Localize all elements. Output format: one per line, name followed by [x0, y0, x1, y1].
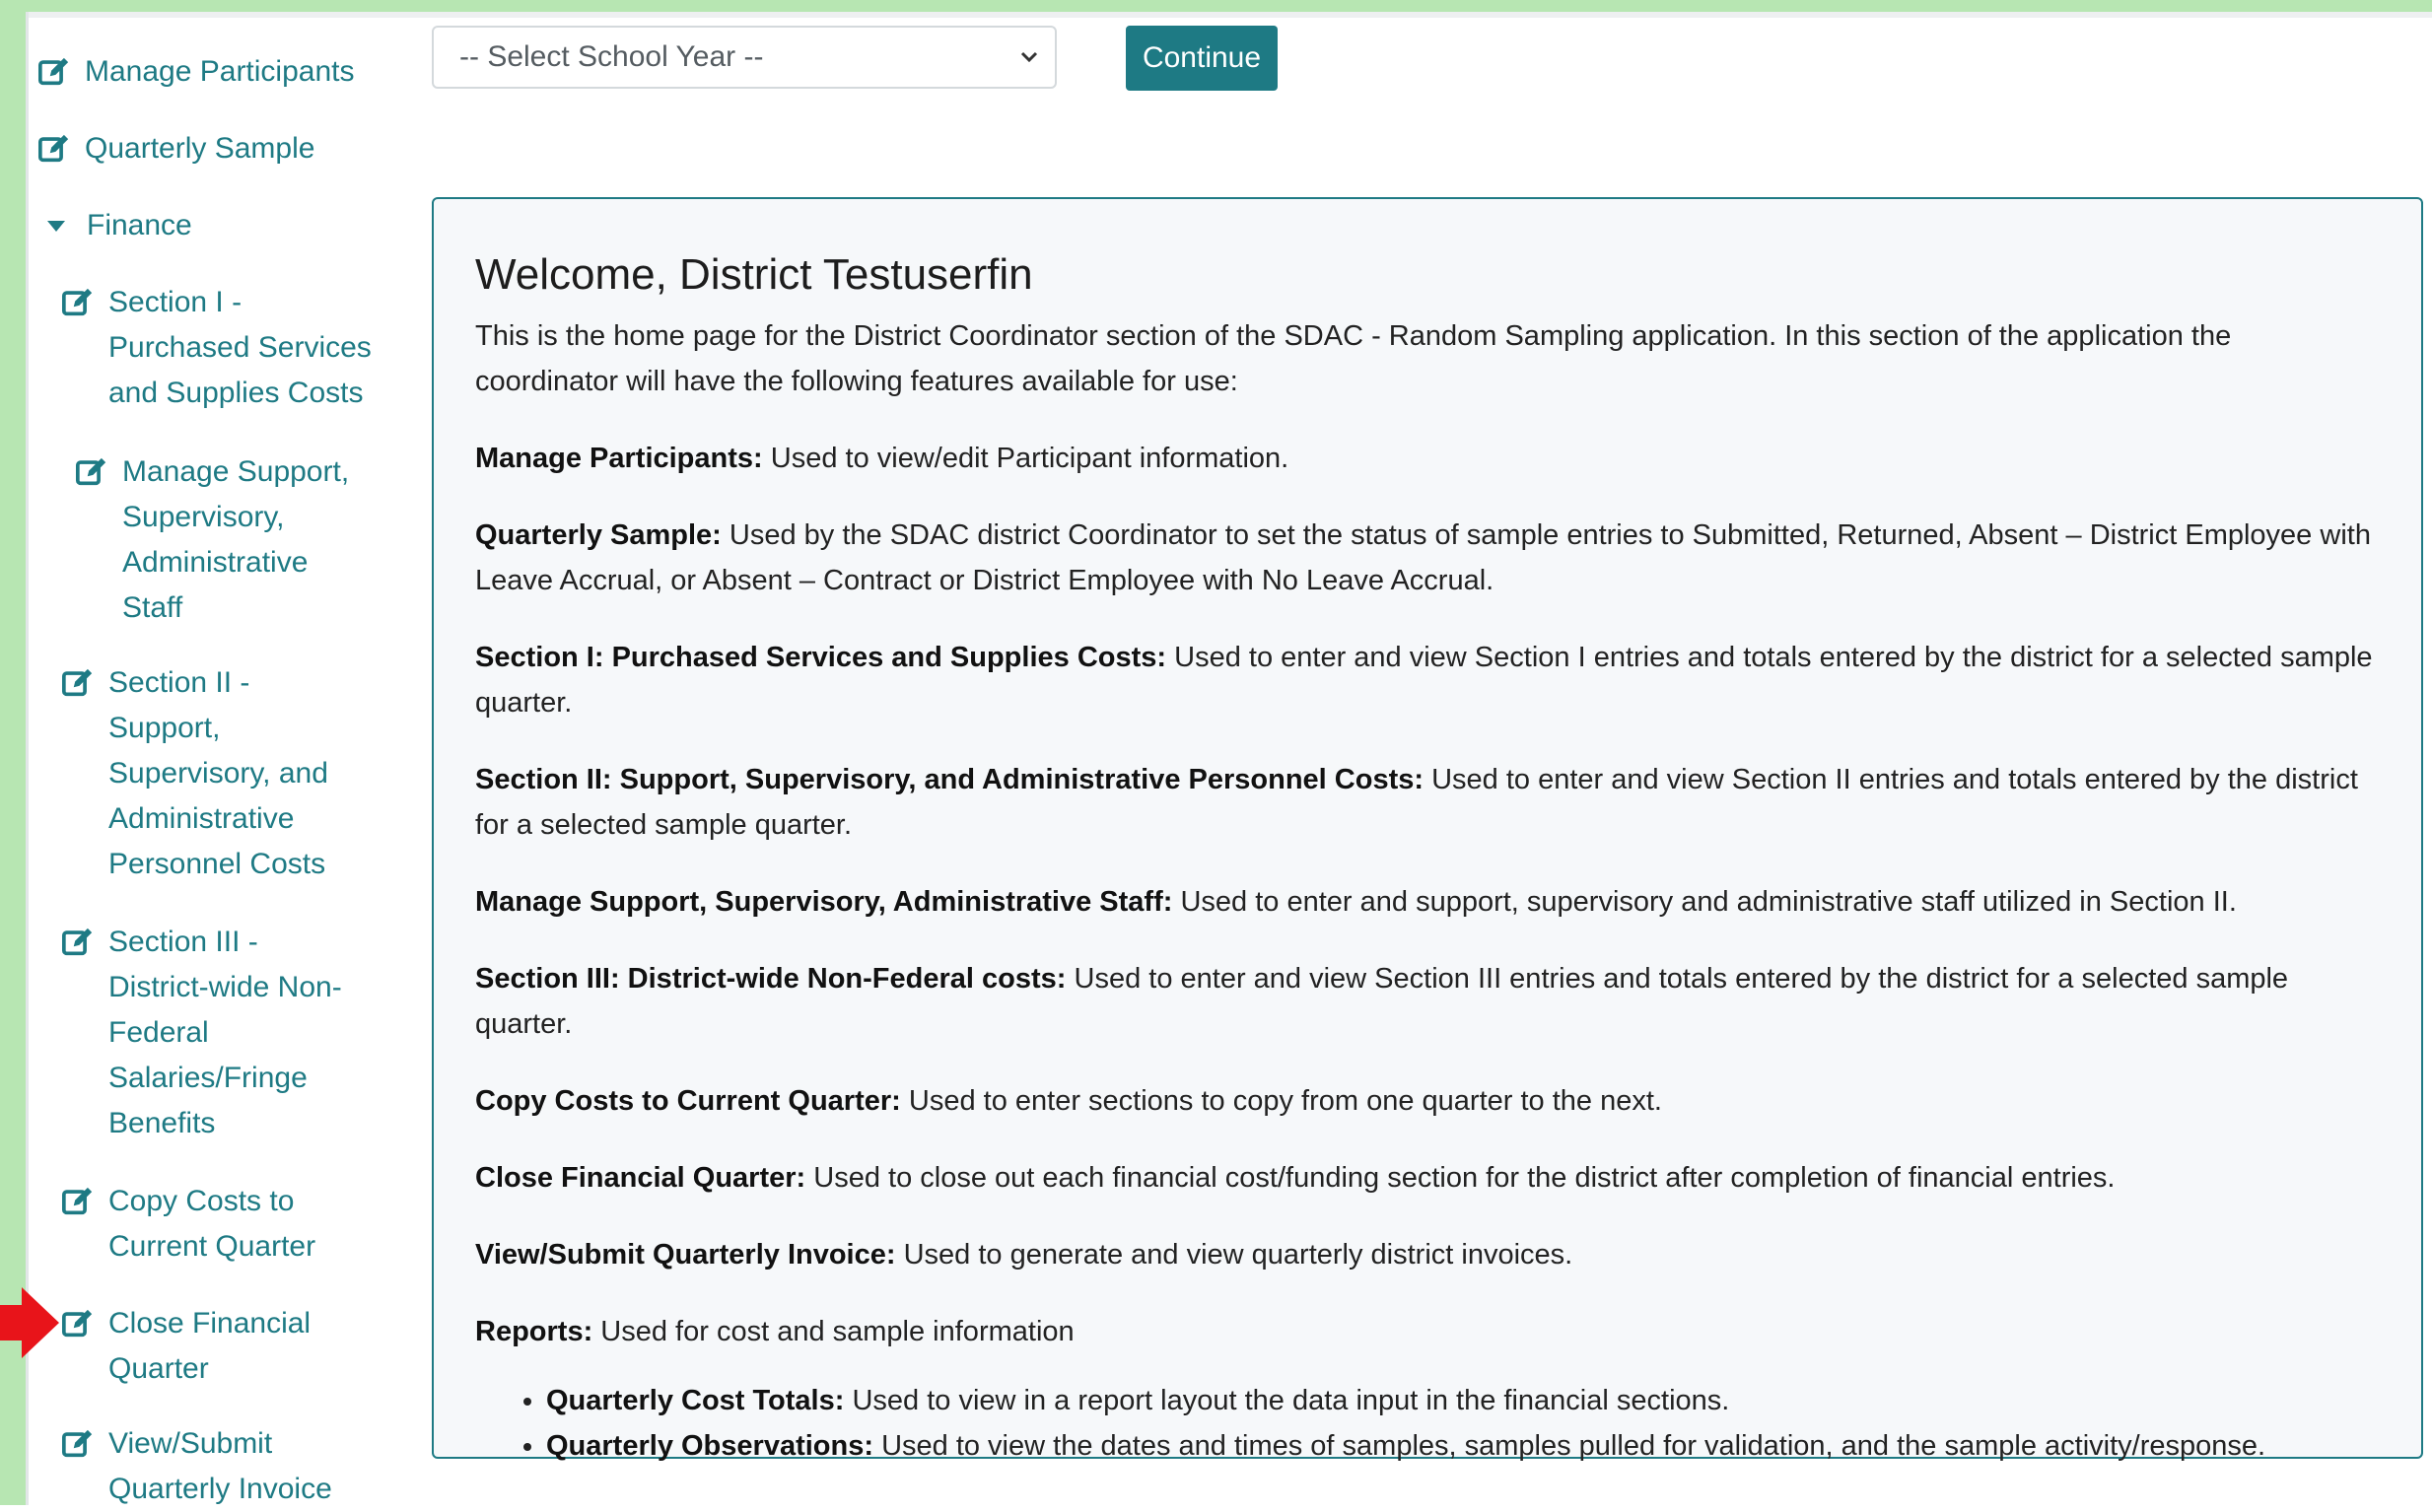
window-frame-left: [0, 0, 26, 1505]
sidebar-item-label: Section III - District-wide Non- Federal…: [108, 926, 342, 1139]
welcome-intro: This is the home page for the District C…: [475, 320, 2232, 397]
feature-term: Section I: Purchased Services and Suppli…: [475, 642, 1167, 673]
feature-description: Manage Participants: Used to view/edit P…: [475, 436, 2382, 481]
feature-term: Close Financial Quarter:: [475, 1162, 806, 1194]
school-year-select[interactable]: -- Select School Year --: [432, 26, 1057, 89]
welcome-title: Welcome, District Testuserfin: [475, 250, 1033, 299]
edit-icon: [37, 134, 69, 163]
sidebar-item-label: Copy Costs to Current Quarter: [108, 1185, 316, 1263]
sidebar-item-label: Finance: [87, 209, 192, 241]
welcome-panel: Welcome, District Testuserfin This is th…: [432, 197, 2423, 1462]
feature-desc: Used to view/edit Participant informatio…: [770, 443, 1289, 474]
sidebar-item-close-financial-quarter[interactable]: Close Financial Quarter: [61, 1301, 311, 1392]
feature-desc: Used to close out each financial cost/fu…: [813, 1162, 2116, 1194]
caret-down-icon: [47, 221, 65, 232]
feature-description: Section II: Support, Supervisory, and Ad…: [475, 757, 2382, 848]
feature-desc: Used to enter sections to copy from one …: [908, 1085, 1662, 1117]
sidebar-item-copy-costs[interactable]: Copy Costs to Current Quarter: [61, 1179, 315, 1270]
feature-desc: Used to enter and support, supervisory a…: [1180, 886, 2237, 918]
sidebar-item-label: Section II - Support, Supervisory, and A…: [108, 666, 328, 880]
feature-term: Reports:: [475, 1316, 593, 1347]
report-term: Quarterly Observations:: [546, 1430, 873, 1462]
sidebar-item-view-submit-invoice[interactable]: View/Submit Quarterly Invoice: [61, 1421, 332, 1512]
feature-term: Manage Support, Supervisory, Administrat…: [475, 886, 1173, 918]
continue-button[interactable]: Continue: [1126, 26, 1278, 91]
school-year-select-value: -- Select School Year --: [459, 40, 764, 73]
report-desc: Used to view in a report layout the data…: [852, 1385, 1730, 1416]
feature-description: Reports: Used for cost and sample inform…: [475, 1309, 2382, 1354]
window-frame-top: [0, 0, 2432, 12]
feature-desc: Used by the SDAC district Coordinator to…: [475, 519, 2371, 596]
feature-desc: Used to generate and view quarterly dist…: [903, 1239, 1573, 1271]
sidebar-item-label: Manage Support, Supervisory, Administrat…: [122, 455, 350, 624]
report-term: Quarterly Cost Totals:: [546, 1385, 845, 1416]
edit-icon: [37, 57, 69, 86]
feature-term: Manage Participants:: [475, 443, 763, 474]
edit-icon: [61, 288, 93, 316]
sidebar-item-label: Close Financial Quarter: [108, 1307, 312, 1385]
edit-icon: [61, 1187, 93, 1215]
feature-term: Copy Costs to Current Quarter:: [475, 1085, 901, 1117]
edit-icon: [75, 457, 106, 486]
sidebar-item-manage-participants[interactable]: Manage Participants: [37, 49, 355, 95]
sidebar-divider: [26, 12, 29, 1505]
feature-description: Close Financial Quarter: Used to close o…: [475, 1155, 2382, 1201]
edit-icon: [61, 1429, 93, 1458]
feature-term: Section II: Support, Supervisory, and Ad…: [475, 764, 1424, 795]
feature-term: View/Submit Quarterly Invoice:: [475, 1239, 896, 1271]
edit-icon: [61, 928, 93, 956]
list-item: Quarterly Cost Totals: Used to view in a…: [546, 1378, 2382, 1423]
feature-term: Quarterly Sample:: [475, 519, 722, 551]
feature-term: Section III: District-wide Non-Federal c…: [475, 963, 1067, 995]
feature-description: Quarterly Sample: Used by the SDAC distr…: [475, 513, 2382, 603]
sidebar-item-label: Manage Participants: [85, 55, 355, 88]
feature-desc: Used for cost and sample information: [600, 1316, 1075, 1347]
feature-description: Section I: Purchased Services and Suppli…: [475, 635, 2382, 725]
sidebar-item-section-3[interactable]: Section III - District-wide Non- Federal…: [61, 920, 342, 1146]
sidebar-item-label: Quarterly Sample: [85, 132, 315, 165]
feature-description: Section III: District-wide Non-Federal c…: [475, 956, 2382, 1047]
feature-description: Copy Costs to Current Quarter: Used to e…: [475, 1078, 2382, 1124]
header-divider: [26, 12, 2432, 18]
sidebar-item-label: View/Submit Quarterly Invoice: [108, 1427, 332, 1505]
feature-description: Manage Support, Supervisory, Administrat…: [475, 879, 2382, 925]
sidebar-item-section-1[interactable]: Section I - Purchased Services and Suppl…: [61, 280, 372, 416]
sidebar-item-label: Section I - Purchased Services and Suppl…: [108, 286, 372, 409]
list-item: Quarterly Observations: Used to view the…: [546, 1423, 2382, 1469]
red-arrow-annotation: [0, 1287, 59, 1358]
sidebar-item-quarterly-sample[interactable]: Quarterly Sample: [37, 126, 314, 172]
sidebar-item-finance[interactable]: Finance: [37, 203, 192, 248]
report-desc: Used to view the dates and times of samp…: [881, 1430, 2266, 1462]
sidebar-item-manage-support-staff[interactable]: Manage Support, Supervisory, Administrat…: [75, 449, 349, 631]
sidebar-item-section-2[interactable]: Section II - Support, Supervisory, and A…: [61, 660, 328, 887]
edit-icon: [61, 668, 93, 697]
edit-icon: [61, 1309, 93, 1338]
chevron-down-icon: [1020, 51, 1038, 63]
reports-list: Quarterly Cost Totals: Used to view in a…: [475, 1378, 2382, 1469]
feature-description: View/Submit Quarterly Invoice: Used to g…: [475, 1232, 2382, 1277]
